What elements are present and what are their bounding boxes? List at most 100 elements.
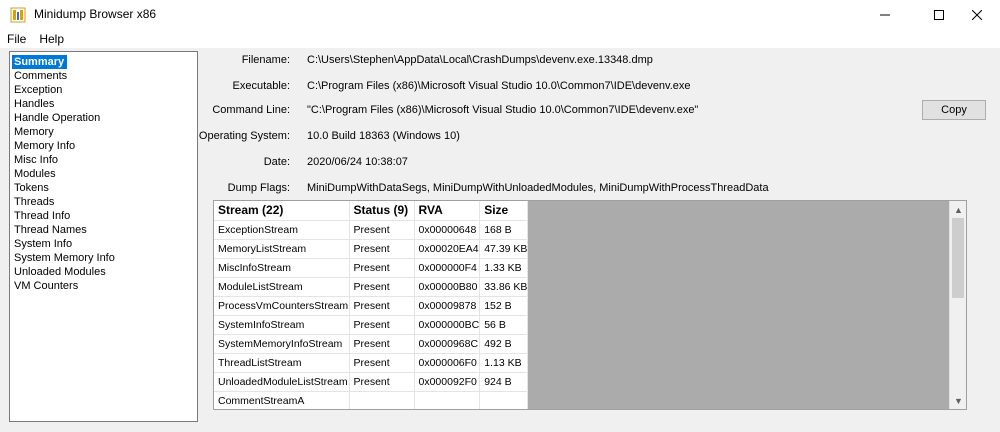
os-label: Operating System: bbox=[198, 130, 290, 142]
nav-item-vm-counters[interactable]: VM Counters bbox=[12, 279, 78, 293]
cell-status: Present bbox=[349, 334, 415, 354]
cell-rva: 0x000000F4 bbox=[414, 258, 481, 278]
nav-item-memory[interactable]: Memory bbox=[12, 125, 54, 139]
header-stream[interactable]: Stream (22) bbox=[214, 201, 350, 221]
nav-item-row: Thread Info bbox=[12, 208, 195, 222]
cell-stream: ExceptionStream bbox=[214, 220, 350, 240]
menu-help[interactable]: Help bbox=[32, 32, 70, 46]
date-value: 2020/06/24 10:38:07 bbox=[307, 156, 408, 168]
nav-item-thread-names[interactable]: Thread Names bbox=[12, 223, 87, 237]
cmdline-label: Command Line: bbox=[212, 104, 290, 116]
maximize-icon bbox=[934, 9, 944, 20]
cell-rva: 0x00020EA4 bbox=[414, 239, 481, 259]
nav-item-handles[interactable]: Handles bbox=[12, 97, 54, 111]
header-rva[interactable]: RVA bbox=[414, 201, 481, 221]
app-icon bbox=[10, 7, 26, 23]
cell-stream: ThreadListStream bbox=[214, 353, 350, 373]
cell-status bbox=[349, 391, 415, 409]
cell-status: Present bbox=[349, 258, 415, 278]
cell-size: 1.33 KB bbox=[479, 258, 529, 278]
executable-value: C:\Program Files (x86)\Microsoft Visual … bbox=[307, 80, 691, 92]
nav-item-row: Unloaded Modules bbox=[12, 264, 195, 278]
cell-rva: 0x00000648 bbox=[414, 220, 481, 240]
copy-button[interactable]: Copy bbox=[922, 100, 986, 120]
cell-status: Present bbox=[349, 372, 415, 392]
cell-size bbox=[479, 391, 529, 409]
cell-status: Present bbox=[349, 239, 415, 259]
nav-item-comments[interactable]: Comments bbox=[12, 69, 67, 83]
table-row[interactable]: SystemMemoryInfoStream Present 0x0000968C 4… bbox=[214, 334, 529, 354]
cell-size: 47.39 KB bbox=[479, 239, 529, 259]
minimize-button[interactable] bbox=[862, 0, 908, 29]
vertical-scrollbar[interactable]: ▲ ▼ bbox=[949, 201, 966, 409]
scroll-down-icon[interactable]: ▼ bbox=[950, 392, 966, 409]
nav-item-row: System Info bbox=[12, 236, 195, 250]
executable-label: Executable: bbox=[232, 80, 290, 92]
close-button[interactable] bbox=[954, 0, 1000, 29]
nav-item-handle-operation[interactable]: Handle Operation bbox=[12, 111, 100, 125]
header-size[interactable]: Size bbox=[479, 201, 529, 221]
cell-rva: 0x00009878 bbox=[414, 296, 481, 316]
table-row[interactable]: ExceptionStream Present 0x00000648 168 B bbox=[214, 220, 529, 240]
minimize-icon bbox=[880, 14, 890, 15]
cmdline-value: "C:\Program Files (x86)\Microsoft Visual… bbox=[307, 104, 699, 116]
date-label: Date: bbox=[263, 156, 290, 168]
cell-stream: MiscInfoStream bbox=[214, 258, 350, 278]
nav-item-unloaded-modules[interactable]: Unloaded Modules bbox=[12, 265, 106, 279]
menu-file[interactable]: File bbox=[0, 32, 32, 46]
nav-item-misc-info[interactable]: Misc Info bbox=[12, 153, 58, 167]
cell-status: Present bbox=[349, 296, 415, 316]
nav-item-row: System Memory Info bbox=[12, 250, 195, 264]
nav-item-summary[interactable]: Summary bbox=[12, 55, 68, 69]
cell-rva: 0x000006F0 bbox=[414, 353, 481, 373]
cell-status: Present bbox=[349, 220, 415, 240]
filename-value: C:\Users\Stephen\AppData\Local\CrashDump… bbox=[307, 54, 653, 66]
cell-size: 56 B bbox=[479, 315, 529, 335]
cell-stream: MemoryListStream bbox=[214, 239, 350, 259]
close-icon bbox=[972, 9, 982, 20]
table-row[interactable]: UnloadedModuleListStream Present 0x000092F… bbox=[214, 372, 529, 392]
cell-rva: 0x000000BC bbox=[414, 315, 481, 335]
table-row[interactable]: SystemInfoStream Present 0x000000BC 56 B bbox=[214, 315, 529, 335]
nav-item-thread-info[interactable]: Thread Info bbox=[12, 209, 70, 223]
table-row[interactable]: MiscInfoStream Present 0x000000F4 1.33 KB bbox=[214, 258, 529, 278]
cell-rva: 0x000092F0 bbox=[414, 372, 481, 392]
cell-status: Present bbox=[349, 277, 415, 297]
table-row[interactable]: MemoryListStream Present 0x00020EA4 47.39 K… bbox=[214, 239, 529, 259]
nav-item-memory-info[interactable]: Memory Info bbox=[12, 139, 75, 153]
nav-item-system-memory-info[interactable]: System Memory Info bbox=[12, 251, 115, 265]
nav-item-tokens[interactable]: Tokens bbox=[12, 181, 49, 195]
client-area: Summary Comments Exception Handles Handle Op… bbox=[0, 48, 1000, 432]
table-row[interactable]: CommentStreamA bbox=[214, 391, 529, 409]
flags-label: Dump Flags: bbox=[227, 182, 290, 194]
os-value: 10.0 Build 18363 (Windows 10) bbox=[307, 130, 460, 142]
scroll-up-icon[interactable]: ▲ bbox=[950, 201, 966, 218]
cell-stream: ModuleListStream bbox=[214, 277, 350, 297]
table-row[interactable]: ModuleListStream Present 0x00000B80 33.86 K… bbox=[214, 277, 529, 297]
header-status[interactable]: Status (9) bbox=[349, 201, 415, 221]
window-title: Minidump Browser x86 bbox=[34, 7, 157, 21]
cell-stream: CommentStreamA bbox=[214, 391, 350, 409]
grid-header-row: Stream (22) Status (9) RVA Size bbox=[214, 201, 529, 221]
filename-label: Filename: bbox=[241, 54, 290, 66]
table-row[interactable]: ProcessVmCountersStream Present 0x00009878… bbox=[214, 296, 529, 316]
cell-rva: 0x00000B80 bbox=[414, 277, 481, 297]
nav-item-modules[interactable]: Modules bbox=[12, 167, 56, 181]
cell-rva: 0x0000968C bbox=[414, 334, 481, 354]
nav-item-exception[interactable]: Exception bbox=[12, 83, 62, 97]
flags-value: MiniDumpWithDataSegs, MiniDumpWithUnload… bbox=[307, 182, 769, 194]
cell-size: 924 B bbox=[479, 372, 529, 392]
menu-bar: File Help bbox=[0, 29, 1000, 48]
cell-stream: UnloadedModuleListStream bbox=[214, 372, 350, 392]
cell-size: 168 B bbox=[479, 220, 529, 240]
stream-grid[interactable]: Stream (22) Status (9) RVA Size Exceptio… bbox=[213, 200, 967, 410]
table-row[interactable]: ThreadListStream Present 0x000006F0 1.13 KB bbox=[214, 353, 529, 373]
scroll-thumb[interactable] bbox=[952, 218, 964, 298]
cell-rva bbox=[414, 391, 481, 409]
cell-size: 492 B bbox=[479, 334, 529, 354]
stream-table: Stream (22) Status (9) RVA Size Exceptio… bbox=[214, 201, 529, 409]
nav-item-threads[interactable]: Threads bbox=[12, 195, 54, 209]
title-bar: Minidump Browser x86 bbox=[0, 0, 1000, 29]
nav-item-system-info[interactable]: System Info bbox=[12, 237, 72, 251]
cell-size: 1.13 KB bbox=[479, 353, 529, 373]
